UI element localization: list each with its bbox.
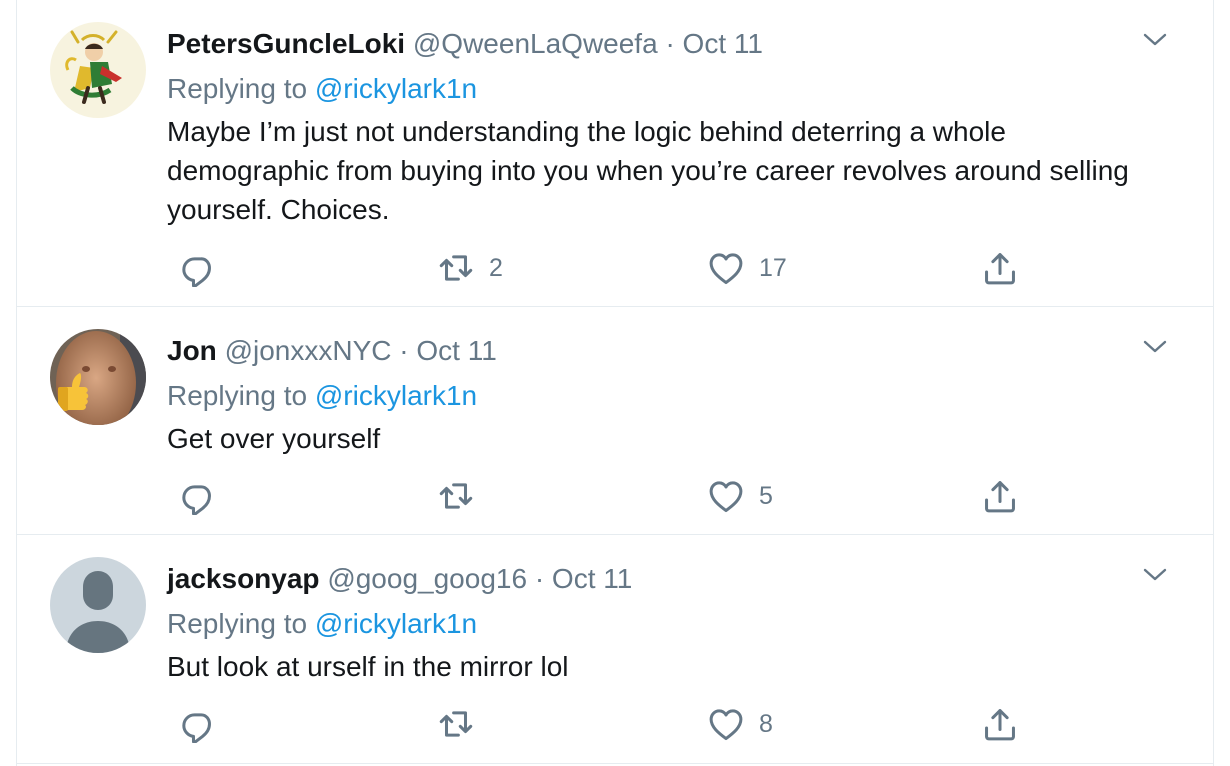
tweet-date[interactable]: Oct 11 [552,563,632,594]
photo-avatar-with-thumbs-up-icon [50,329,146,425]
retweet-button[interactable] [437,704,489,744]
replying-to: Replying to @rickylark1n [167,72,477,106]
retweet-icon [437,477,475,515]
reply-icon [179,705,217,743]
handle[interactable]: @jonxxxNYC [225,335,392,366]
display-name[interactable]: PetersGuncleLoki [167,28,405,59]
separator: · [534,563,545,594]
like-count: 17 [759,253,787,282]
display-name[interactable]: Jon [167,335,217,366]
tweet-text: Maybe I’m just not understanding the log… [167,116,1129,225]
chevron-down-icon[interactable] [1141,337,1169,357]
share-icon [981,249,1019,287]
replying-prefix: Replying to [167,73,308,104]
like-icon [707,705,745,743]
avatar[interactable] [50,557,146,653]
share-button[interactable] [981,476,1019,516]
separator: · [665,28,675,59]
mention-link[interactable]: @rickylark1n [315,73,477,104]
chevron-down-icon[interactable] [1141,30,1169,50]
retweet-icon [437,249,475,287]
separator: · [399,335,409,366]
mention-link[interactable]: @rickylark1n [315,608,477,639]
like-button[interactable]: 8 [707,704,773,744]
tweet-header: jacksonyap @goog_goog16 · Oct 11 [167,563,632,595]
replying-to: Replying to @rickylark1n [167,607,477,641]
replying-prefix: Replying to [167,608,308,639]
like-icon [707,477,745,515]
replying-to: Replying to @rickylark1n [167,379,477,413]
retweet-count: 2 [489,253,503,282]
share-icon [981,705,1019,743]
like-button[interactable]: 5 [707,476,773,516]
replies-timeline: PetersGuncleLoki @QweenLaQweefa · Oct 11… [16,0,1214,766]
mention-link[interactable]: @rickylark1n [315,380,477,411]
retweet-icon [437,705,475,743]
like-count: 5 [759,481,773,510]
handle[interactable]: @QweenLaQweefa [413,28,658,59]
reply-icon [179,477,217,515]
tweet[interactable]: PetersGuncleLoki @QweenLaQweefa · Oct 11… [17,0,1213,307]
share-button[interactable] [981,248,1019,288]
tweet[interactable]: jacksonyap @goog_goog16 · Oct 11 Replyin… [17,535,1213,766]
tweet-text: Get over yourself [167,423,381,454]
tweet-header: Jon @jonxxxNYC · Oct 11 [167,335,497,367]
reply-button[interactable] [179,248,217,288]
reply-icon [179,249,217,287]
tweet-actions: 2 17 [167,248,1047,288]
like-icon [707,249,745,287]
cartoon-character-avatar-icon [50,22,146,118]
tweet-header: PetersGuncleLoki @QweenLaQweefa · Oct 11 [167,28,763,60]
tweet-text: But look at urself in the mirror lol [167,651,569,682]
tweet[interactable]: Jon @jonxxxNYC · Oct 11 Replying to @ric… [17,307,1213,535]
like-count: 8 [759,709,773,738]
tweet-actions: 8 [167,704,1047,744]
share-icon [981,477,1019,515]
reply-button[interactable] [179,476,217,516]
display-name[interactable]: jacksonyap [167,563,320,594]
retweet-button[interactable] [437,476,489,516]
tweet-date[interactable]: Oct 11 [416,335,496,366]
retweet-button[interactable]: 2 [437,248,503,288]
tweet-actions: 5 [167,476,1047,516]
replying-prefix: Replying to [167,380,308,411]
tweet-date[interactable]: Oct 11 [683,28,763,59]
avatar[interactable] [50,329,146,425]
like-button[interactable]: 17 [707,248,787,288]
default-avatar-icon [50,557,146,653]
chevron-down-icon[interactable] [1141,565,1169,585]
reply-button[interactable] [179,704,217,744]
avatar[interactable] [50,22,146,118]
handle[interactable]: @goog_goog16 [327,563,527,594]
share-button[interactable] [981,704,1019,744]
